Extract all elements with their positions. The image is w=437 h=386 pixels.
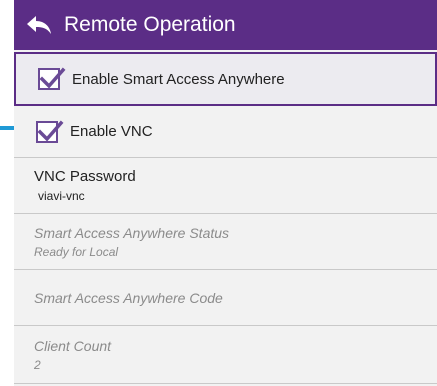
saa-status-value: Ready for Local	[34, 244, 119, 259]
remote-operation-panel: Remote Operation Enable Smart Access Any…	[14, 0, 437, 386]
vnc-password-value: viavi-vnc	[38, 189, 85, 203]
title-bar: Remote Operation	[14, 0, 437, 50]
vnc-password-row[interactable]: VNC Password viavi-vnc	[14, 158, 437, 214]
back-arrow-icon	[27, 16, 51, 34]
enable-saa-label: Enable Smart Access Anywhere	[72, 70, 285, 88]
enable-vnc-row[interactable]: Enable VNC	[14, 106, 437, 158]
enable-vnc-checkbox[interactable]	[36, 120, 64, 143]
enable-saa-checkbox[interactable]	[38, 67, 66, 90]
saa-status-label: Smart Access Anywhere Status	[34, 224, 230, 241]
back-button[interactable]	[14, 0, 64, 50]
checkmark-icon	[39, 67, 66, 89]
saa-code-row: Smart Access Anywhere Code	[14, 270, 437, 326]
enable-vnc-label: Enable VNC	[70, 123, 153, 140]
enable-saa-row[interactable]: Enable Smart Access Anywhere	[14, 52, 437, 106]
client-count-label: Client Count	[34, 337, 112, 354]
saa-status-row: Smart Access Anywhere Status Ready for L…	[14, 214, 437, 270]
client-count-row: Client Count 2	[14, 326, 437, 384]
saa-code-label: Smart Access Anywhere Code	[34, 289, 223, 306]
client-count-value: 2	[34, 357, 41, 372]
checkmark-icon	[37, 120, 64, 142]
vnc-password-label: VNC Password	[34, 168, 136, 185]
page-title: Remote Operation	[64, 13, 236, 36]
